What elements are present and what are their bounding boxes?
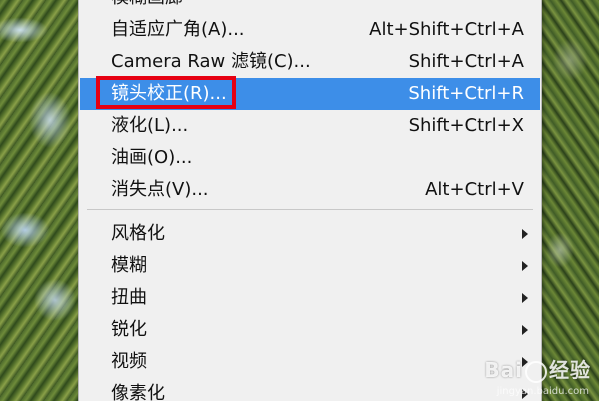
- submenu-arrow-icon: [522, 261, 528, 271]
- menu-item-label: 液化(L)...: [111, 115, 189, 136]
- submenu-arrow-icon: [522, 229, 528, 239]
- menu-item-camera-raw-filter[interactable]: Camera Raw 滤镜(C)... Shift+Ctrl+A: [80, 46, 540, 78]
- watermark-text-left: Bai: [484, 358, 523, 382]
- submenu-arrow-icon: [522, 325, 528, 335]
- menu-item-lens-correction[interactable]: 镜头校正(R)... Shift+Ctrl+R: [80, 76, 540, 110]
- watermark-url: jingyan.baidu.com: [496, 386, 589, 397]
- watermark-text-right: 经验: [549, 358, 591, 382]
- background-photo-left: [0, 0, 80, 401]
- filter-menu: 模糊画廊 自适应广角(A)... Alt+Shift+Ctrl+A Camera…: [78, 0, 542, 401]
- menu-item-label: 模糊画廊: [111, 0, 183, 14]
- menu-item-label: 锐化: [111, 319, 147, 340]
- submenu-distort[interactable]: 扭曲: [80, 282, 540, 314]
- background-photo-right: [540, 0, 599, 401]
- menu-item-shortcut: Shift+Ctrl+A: [408, 51, 524, 72]
- menu-item-shortcut: Alt+Ctrl+V: [425, 179, 524, 200]
- menu-separator: [87, 209, 533, 210]
- baidu-watermark: Bai 经验: [484, 354, 591, 383]
- menu-item-label: 自适应广角(A)...: [111, 19, 245, 40]
- menu-item-label: 油画(O)...: [111, 147, 193, 168]
- paw-icon: [525, 360, 547, 383]
- menu-item-label: 消失点(V)...: [111, 179, 209, 200]
- menu-item-label: 镜头校正(R)...: [111, 83, 227, 104]
- menu-item-label: 扭曲: [111, 287, 147, 308]
- menu-item-label: 视频: [111, 351, 147, 372]
- submenu-video[interactable]: 视频: [80, 346, 540, 378]
- submenu-arrow-icon: [522, 293, 528, 303]
- submenu-stylize[interactable]: 风格化: [80, 218, 540, 250]
- submenu-blur[interactable]: 模糊: [80, 250, 540, 282]
- screen: 模糊画廊 自适应广角(A)... Alt+Shift+Ctrl+A Camera…: [0, 0, 599, 401]
- menu-item-label: Camera Raw 滤镜(C)...: [111, 51, 311, 72]
- menu-item-label: 风格化: [111, 223, 165, 244]
- menu-item-liquify[interactable]: 液化(L)... Shift+Ctrl+X: [80, 110, 540, 142]
- menu-item-shortcut: Shift+Ctrl+X: [408, 115, 524, 136]
- menu-item-label: 模糊: [111, 255, 147, 276]
- submenu-sharpen[interactable]: 锐化: [80, 314, 540, 346]
- menu-item-label: 像素化: [111, 383, 165, 401]
- menu-item-shortcut: Alt+Shift+Ctrl+A: [369, 19, 524, 40]
- menu-item-shortcut: Shift+Ctrl+R: [408, 83, 524, 104]
- menu-item-oil-paint[interactable]: 油画(O)...: [80, 142, 540, 174]
- menu-item-vanishing-point[interactable]: 消失点(V)... Alt+Ctrl+V: [80, 174, 540, 206]
- menu-item-adaptive-wide-angle[interactable]: 自适应广角(A)... Alt+Shift+Ctrl+A: [80, 14, 540, 46]
- menu-item-blur-gallery[interactable]: 模糊画廊: [80, 0, 540, 14]
- submenu-pixelate[interactable]: 像素化: [80, 378, 540, 401]
